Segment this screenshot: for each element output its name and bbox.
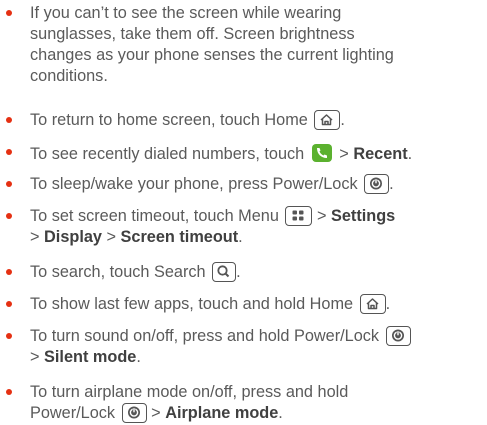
- tip-line: > Display > Screen timeout.: [30, 227, 485, 248]
- tip-line: Power/Lock > Airplane mode.: [30, 403, 485, 424]
- tip-text: To turn sound on/off, press and hold Pow…: [30, 326, 485, 368]
- tip-text: To set screen timeout, touch Menu > Sett…: [30, 206, 485, 248]
- tip-text: To return to home screen, touch Home .: [30, 110, 485, 131]
- menu-key-icon: [285, 206, 313, 226]
- phone-app-icon: [311, 142, 333, 164]
- tip-text-segment: To sleep/wake your phone, press Power/Lo…: [30, 175, 358, 193]
- tip-text-segment: .: [278, 404, 283, 422]
- power-key-icon: [385, 326, 411, 346]
- tip-text-segment: To set screen timeout, touch Menu: [30, 207, 279, 225]
- bullet-icon: [6, 149, 12, 155]
- search-key-icon: [212, 262, 237, 282]
- bullet-icon: [6, 10, 12, 16]
- tip-text-segment: .: [236, 263, 241, 281]
- power-key-icon: [364, 174, 390, 194]
- tip-line: If you can’t to see the screen while wea…: [30, 4, 342, 22]
- tip-line: changes as your phone senses the current…: [30, 46, 394, 64]
- tip-bold-term: Screen timeout: [120, 228, 239, 246]
- tip-separator: >: [151, 404, 161, 422]
- tip-line: conditions.: [30, 67, 108, 85]
- tip-text-segment: .: [389, 175, 394, 193]
- tip-separator: >: [30, 228, 40, 246]
- tip-separator: >: [339, 145, 349, 163]
- tip-line: sunglasses, take them off. Screen bright…: [30, 25, 355, 43]
- tip-text-segment: To search, touch Search: [30, 263, 206, 281]
- tip-text-segment: .: [136, 348, 141, 366]
- bullet-icon: [6, 181, 12, 187]
- tip-text: To search, touch Search .: [30, 262, 485, 283]
- tip-text: If you can’t to see the screen while wea…: [30, 3, 485, 87]
- home-key-icon: [314, 110, 341, 130]
- tip-text-segment: Power/Lock: [30, 404, 116, 422]
- bullet-icon: [6, 301, 12, 307]
- tip-line: To turn sound on/off, press and hold Pow…: [30, 326, 485, 347]
- tip-text-segment: .: [238, 228, 243, 246]
- tip-text-segment: .: [385, 295, 391, 313]
- bullet-icon: [6, 269, 12, 275]
- tip-line: > Silent mode.: [30, 347, 485, 368]
- tip-bold-term: Display: [44, 228, 102, 246]
- tip-line: To set screen timeout, touch Menu > Sett…: [30, 206, 485, 227]
- tip-separator: >: [316, 207, 327, 225]
- tips-document: If you can’t to see the screen while wea…: [0, 0, 487, 425]
- bullet-icon: [6, 333, 12, 339]
- power-key-icon: [121, 403, 147, 423]
- tip-text-segment: To return to home screen, touch Home: [30, 111, 308, 129]
- tip-text: To show last few apps, touch and hold Ho…: [30, 294, 485, 315]
- tip-text: To see recently dialed numbers, touch > …: [30, 142, 485, 165]
- tip-text-segment: To turn sound on/off, press and hold Pow…: [30, 327, 380, 345]
- tip-line: To turn airplane mode on/off, press and …: [30, 383, 349, 401]
- bullet-icon: [6, 213, 12, 219]
- tip-text: To turn airplane mode on/off, press and …: [30, 382, 485, 424]
- tip-bold-term: Recent: [353, 145, 408, 163]
- tip-bold-term: Airplane mode: [165, 404, 279, 422]
- tip-separator: >: [30, 348, 40, 366]
- bullet-icon: [6, 389, 12, 395]
- tip-text-segment: To see recently dialed numbers, touch: [30, 145, 305, 163]
- home-key-icon: [359, 294, 386, 314]
- tip-separator: >: [106, 228, 117, 246]
- tip-text-segment: .: [340, 111, 345, 129]
- tip-text: To sleep/wake your phone, press Power/Lo…: [30, 174, 485, 195]
- tip-text-segment: To show last few apps, touch and hold Ho…: [30, 295, 354, 313]
- tip-bold-term: Settings: [330, 207, 396, 225]
- tip-text-segment: .: [407, 145, 413, 163]
- tip-bold-term: Silent mode: [44, 348, 137, 366]
- bullet-icon: [6, 117, 12, 123]
